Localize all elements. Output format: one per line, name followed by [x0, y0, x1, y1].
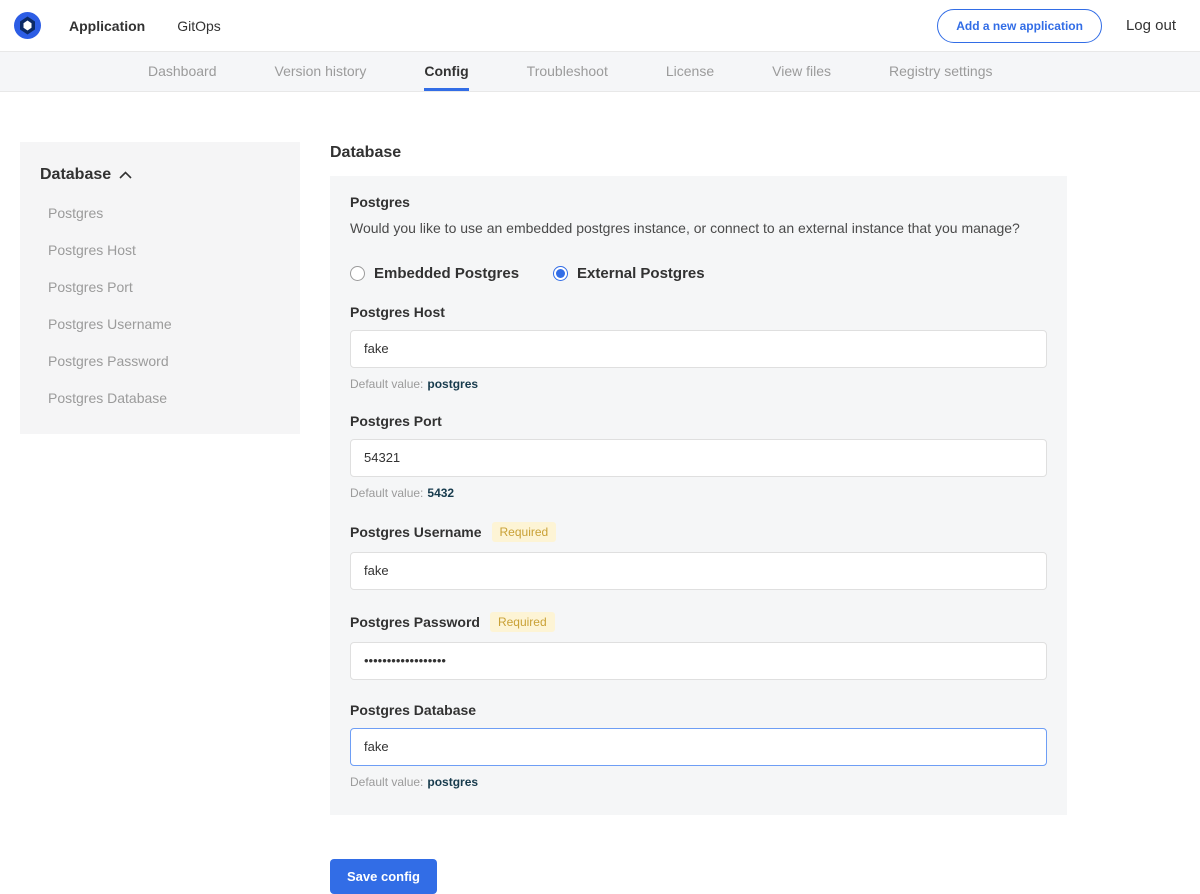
postgres-group-label: Postgres — [350, 194, 1047, 210]
postgres-group-help-text: Would you like to use an embedded postgr… — [350, 219, 1047, 239]
radio-unchecked-icon — [350, 266, 365, 281]
default-prefix: Default value: — [350, 377, 423, 391]
sidebar-item-postgres-host[interactable]: Postgres Host — [40, 242, 276, 258]
default-value-line: Default value: postgres — [350, 775, 1047, 789]
default-value-line: Default value: postgres — [350, 377, 1047, 391]
radio-embedded-postgres-label: Embedded Postgres — [374, 265, 519, 282]
sidebar-item-postgres-port[interactable]: Postgres Port — [40, 279, 276, 295]
field-label: Postgres Password — [350, 614, 480, 630]
field-postgres-password: Postgres Password Required — [350, 612, 1047, 680]
radio-external-postgres[interactable]: External Postgres — [553, 265, 705, 282]
subnav-tab-registry-settings[interactable]: Registry settings — [889, 52, 992, 91]
default-value: postgres — [427, 775, 478, 789]
config-content: Database Postgres Postgres Host Postgres… — [0, 92, 1200, 894]
config-sidebar: Database Postgres Postgres Host Postgres… — [20, 142, 300, 434]
sidebar-item-postgres-password[interactable]: Postgres Password — [40, 353, 276, 369]
field-postgres-port: Postgres Port Default value: 5432 — [350, 413, 1047, 500]
app-logo-icon[interactable] — [14, 12, 41, 39]
radio-embedded-postgres[interactable]: Embedded Postgres — [350, 265, 519, 282]
sidebar-group-database[interactable]: Database — [40, 166, 276, 184]
add-new-application-button[interactable]: Add a new application — [937, 9, 1102, 43]
default-value: 5432 — [427, 486, 454, 500]
subnav-tab-dashboard[interactable]: Dashboard — [148, 52, 217, 91]
save-config-button[interactable]: Save config — [330, 859, 437, 894]
sidebar-group-label: Database — [40, 166, 111, 184]
subnav-tab-config[interactable]: Config — [424, 52, 468, 91]
field-postgres-host: Postgres Host Default value: postgres — [350, 304, 1047, 391]
default-prefix: Default value: — [350, 486, 423, 500]
postgres-mode-radio-group: Embedded Postgres External Postgres — [350, 265, 1047, 282]
postgres-database-input[interactable] — [350, 728, 1047, 766]
subnav-tab-version-history[interactable]: Version history — [275, 52, 367, 91]
chevron-up-icon — [119, 171, 132, 179]
default-value-line: Default value: 5432 — [350, 486, 1047, 500]
database-config-panel: Postgres Would you like to use an embedd… — [330, 176, 1067, 815]
postgres-username-input[interactable] — [350, 552, 1047, 590]
field-postgres-database: Postgres Database Default value: postgres — [350, 702, 1047, 789]
sidebar-item-postgres-database[interactable]: Postgres Database — [40, 390, 276, 406]
postgres-port-input[interactable] — [350, 439, 1047, 477]
sidebar-item-postgres-username[interactable]: Postgres Username — [40, 316, 276, 332]
sidebar-item-postgres[interactable]: Postgres — [40, 205, 276, 221]
default-value: postgres — [427, 377, 478, 391]
radio-external-postgres-label: External Postgres — [577, 265, 705, 282]
topbar: Application GitOps Add a new application… — [0, 0, 1200, 52]
required-badge: Required — [490, 612, 555, 632]
field-label: Postgres Host — [350, 304, 445, 320]
subnav-tab-troubleshoot[interactable]: Troubleshoot — [527, 52, 608, 91]
page-title: Database — [330, 144, 1067, 162]
subnav-tab-view-files[interactable]: View files — [772, 52, 831, 91]
subnav-tab-license[interactable]: License — [666, 52, 714, 91]
topbar-tab-gitops[interactable]: GitOps — [177, 18, 221, 34]
postgres-password-input[interactable] — [350, 642, 1047, 680]
default-prefix: Default value: — [350, 775, 423, 789]
field-label: Postgres Port — [350, 413, 442, 429]
field-label: Postgres Database — [350, 702, 476, 718]
config-main: Database Postgres Would you like to use … — [330, 142, 1067, 894]
app-subnav: Dashboard Version history Config Trouble… — [0, 52, 1200, 92]
logout-link[interactable]: Log out — [1126, 17, 1176, 34]
field-postgres-username: Postgres Username Required — [350, 522, 1047, 590]
topbar-tab-application[interactable]: Application — [69, 18, 145, 34]
required-badge: Required — [492, 522, 557, 542]
radio-checked-icon — [553, 266, 568, 281]
postgres-host-input[interactable] — [350, 330, 1047, 368]
field-label: Postgres Username — [350, 524, 482, 540]
